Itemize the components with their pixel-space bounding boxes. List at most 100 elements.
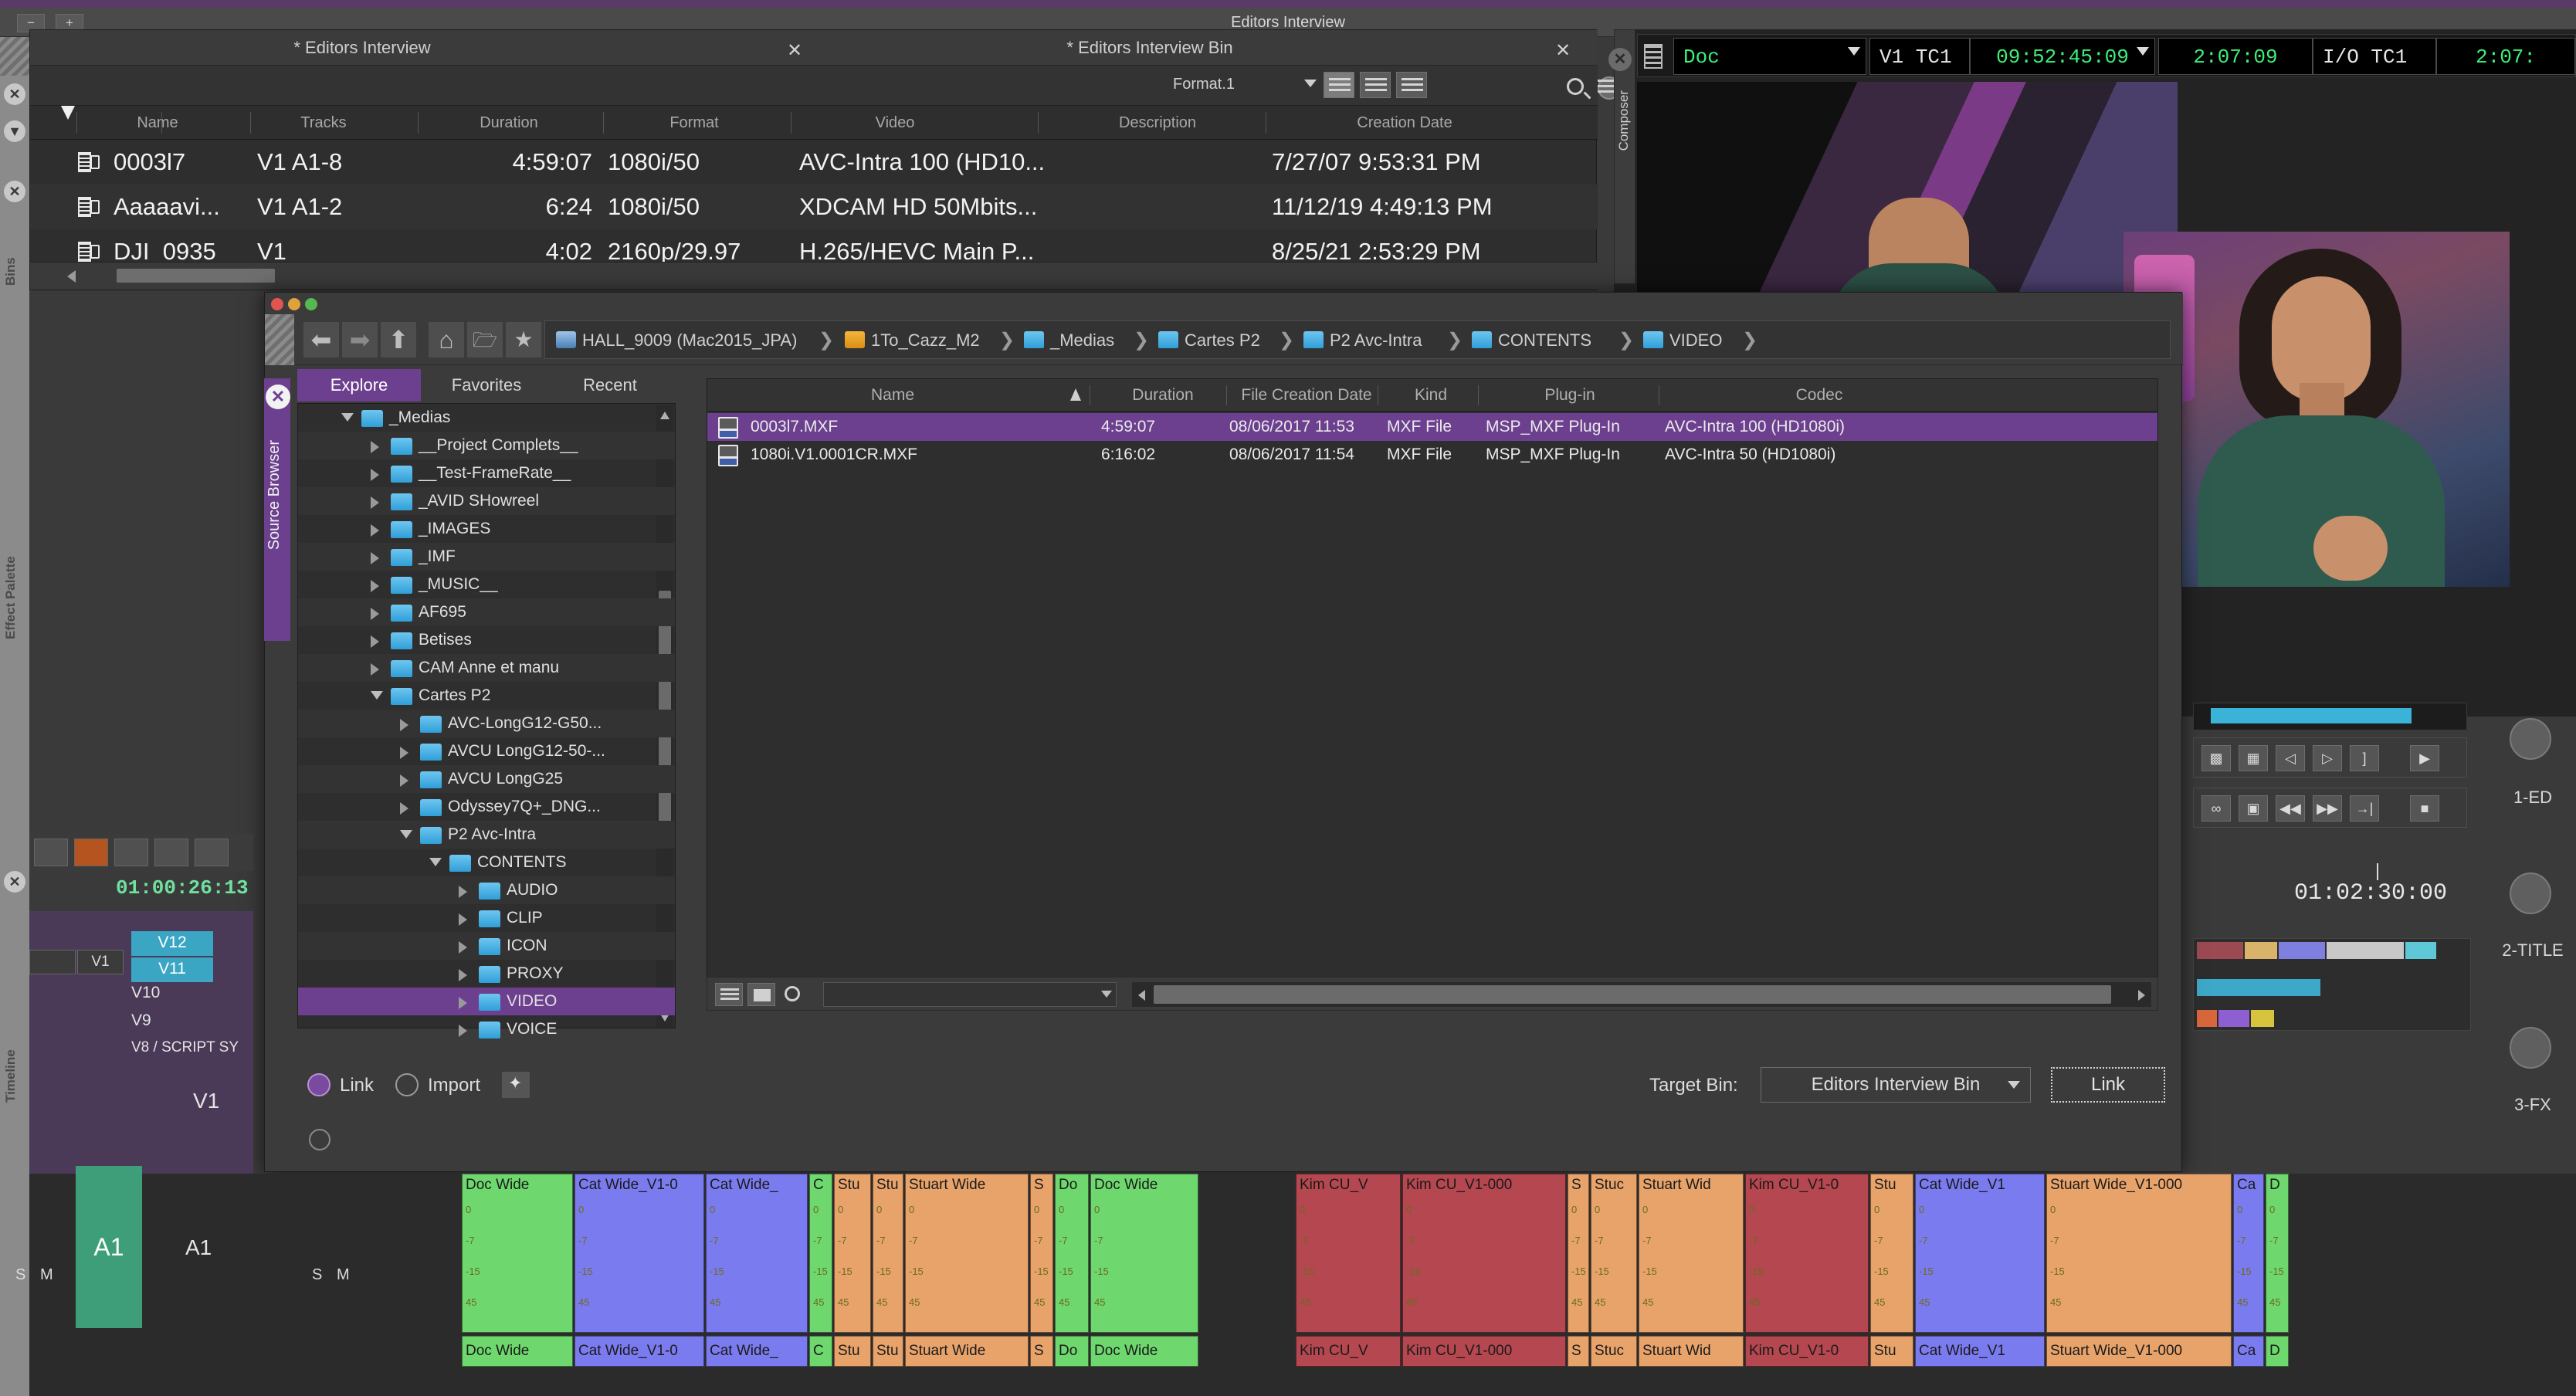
import-radio-label[interactable]: Import bbox=[428, 1075, 480, 1096]
close-window-button[interactable] bbox=[271, 298, 283, 310]
chevron-right-icon[interactable] bbox=[400, 747, 408, 759]
table-row[interactable]: 0003l7 V1 A1-8 4:59:07 1080i/50 AVC-Intr… bbox=[30, 140, 1598, 185]
step-forward-button[interactable]: ▷ bbox=[2313, 745, 2342, 771]
track-label-v1[interactable]: V1 bbox=[193, 1089, 219, 1113]
bin-format-selector[interactable]: Format.1 bbox=[1173, 76, 1235, 93]
close-icon-3[interactable]: ✕ bbox=[4, 871, 25, 893]
timeline-clip-lower[interactable]: Ca bbox=[2233, 1336, 2264, 1367]
tree-item-avcu-longg12-50[interactable]: AVCU LongG12-50-... bbox=[298, 737, 675, 765]
column-header-video[interactable]: Video bbox=[810, 106, 980, 140]
new-folder-icon[interactable]: 🗁 bbox=[467, 322, 503, 357]
link-chain-button[interactable]: ∞ bbox=[2201, 795, 2231, 822]
column-header-name[interactable]: Name bbox=[88, 106, 227, 140]
timeline-clip[interactable]: Cat Wide_V10-7-1545 bbox=[1915, 1174, 2045, 1333]
tree-item-images[interactable]: _IMAGES bbox=[298, 515, 675, 543]
solo-toggle-s2[interactable]: S bbox=[312, 1266, 322, 1284]
chevron-right-icon[interactable] bbox=[371, 441, 379, 453]
bin-horizontal-scrollbar[interactable] bbox=[30, 262, 1598, 290]
tree-item-avc-longg12-g50[interactable]: AVC-LongG12-G50... bbox=[298, 710, 675, 737]
chevron-right-icon[interactable] bbox=[459, 886, 467, 898]
timeline-clip[interactable]: Stuart Wide_V1-0000-7-1545 bbox=[2046, 1174, 2232, 1333]
rail-label-effect-palette[interactable]: Effect Palette bbox=[3, 439, 26, 639]
track-label-v9[interactable]: V9 bbox=[131, 1011, 151, 1030]
tree-item-medias[interactable]: _Medias bbox=[298, 404, 675, 432]
minimize-window-button[interactable] bbox=[288, 298, 300, 310]
timeline-clip[interactable]: Cat Wide_0-7-1545 bbox=[706, 1174, 808, 1333]
chevron-right-icon[interactable] bbox=[371, 608, 379, 620]
link-radio-label[interactable]: Link bbox=[340, 1075, 374, 1096]
chevron-right-icon[interactable] bbox=[371, 524, 379, 537]
tree-item-voice[interactable]: VOICE bbox=[298, 1015, 675, 1043]
breadcrumb-item-4[interactable]: P2 Avc-Intra bbox=[1330, 321, 1422, 360]
tree-item-test-framerate[interactable]: __Test-FrameRate__ bbox=[298, 459, 675, 487]
mute-toggle-m[interactable]: M bbox=[40, 1266, 53, 1284]
rail-drag-handle[interactable] bbox=[0, 37, 29, 76]
play-button[interactable]: ▶ bbox=[2410, 745, 2439, 771]
timeline-clip-lower[interactable]: Stu bbox=[834, 1336, 871, 1367]
timeline-clip-lower[interactable]: Cat Wide_V1-0 bbox=[575, 1336, 704, 1367]
tree-item-cartes-p2[interactable]: Cartes P2 bbox=[298, 682, 675, 710]
scroll-left-arrow-icon[interactable] bbox=[1138, 990, 1145, 1001]
timeline-track-area[interactable]: Doc Wide0-7-1545Doc WideCat Wide_V1-00-7… bbox=[29, 1174, 2576, 1396]
scroll-left-arrow-icon[interactable] bbox=[67, 270, 76, 283]
tab-favorites[interactable]: Favorites bbox=[421, 369, 552, 402]
bin-view-frame-button[interactable] bbox=[1360, 72, 1391, 98]
import-radio-button[interactable] bbox=[395, 1073, 419, 1096]
timeline-clip-lower[interactable]: Stu bbox=[1870, 1336, 1913, 1367]
chevron-right-icon[interactable] bbox=[459, 941, 467, 954]
mute-toggle-m2[interactable]: M bbox=[337, 1266, 350, 1284]
tree-item-video[interactable]: VIDEO bbox=[298, 988, 675, 1015]
chevron-down-icon[interactable] bbox=[371, 691, 383, 700]
track-button-v11[interactable]: V11 bbox=[131, 957, 213, 982]
bin-tab-close-icon-1[interactable]: ✕ bbox=[787, 39, 802, 62]
home-icon[interactable]: ⌂ bbox=[429, 322, 464, 357]
timeline-clip-lower[interactable]: Stuart Wide_V1-000 bbox=[2046, 1336, 2232, 1367]
clear-marks-button[interactable]: ▣ bbox=[2239, 795, 2268, 822]
timeline-clip[interactable]: D0-7-1545 bbox=[2266, 1174, 2289, 1333]
timeline-clip-lower[interactable]: Cat Wide_V1 bbox=[1915, 1336, 2045, 1367]
bin-view-text-button[interactable] bbox=[1324, 72, 1354, 98]
tree-item-af695[interactable]: AF695 bbox=[298, 598, 675, 626]
back-arrow-icon[interactable]: ⬅ bbox=[303, 322, 339, 357]
source-browser-titlebar[interactable] bbox=[265, 293, 2183, 314]
timeline-clip-lower[interactable]: Cat Wide_ bbox=[706, 1336, 808, 1367]
chevron-right-icon[interactable] bbox=[459, 969, 467, 981]
tree-item-icon[interactable]: ICON bbox=[298, 932, 675, 960]
file-list-horizontal-scrollbar[interactable] bbox=[1132, 982, 2151, 1007]
favorite-star-icon[interactable]: ★ bbox=[506, 322, 541, 357]
fast-forward-button[interactable]: ▶▶ bbox=[2313, 795, 2342, 822]
file-column-header-duration[interactable]: Duration bbox=[1093, 379, 1232, 412]
chevron-down-icon[interactable] bbox=[400, 830, 412, 839]
table-row[interactable]: Aaaaavi... V1 A1-2 6:24 1080i/50 XDCAM H… bbox=[30, 185, 1598, 229]
close-icon[interactable]: ✕ bbox=[4, 83, 25, 105]
chevron-right-icon[interactable] bbox=[400, 802, 408, 815]
timeline-clip[interactable]: C0-7-1545 bbox=[809, 1174, 832, 1333]
tree-item-proxy[interactable]: PROXY bbox=[298, 960, 675, 988]
timeline-clip-lower[interactable]: Doc Wide bbox=[462, 1336, 573, 1367]
timeline-clip[interactable]: Kim CU_V1-00-7-1545 bbox=[1745, 1174, 1869, 1333]
breadcrumb-item-2[interactable]: _Medias bbox=[1050, 321, 1114, 360]
timeline-clip-lower[interactable]: Kim CU_V1-0 bbox=[1745, 1336, 1869, 1367]
chevron-right-icon[interactable] bbox=[371, 635, 379, 648]
tree-item-p2-avc-intra[interactable]: P2 Avc-Intra bbox=[298, 821, 675, 849]
file-column-header-file-creation-date[interactable]: File Creation Date bbox=[1229, 379, 1384, 412]
mark-out-button[interactable]: ▦ bbox=[2239, 745, 2268, 771]
workspace-button-2-title[interactable] bbox=[2510, 872, 2551, 914]
link-toggle-button[interactable] bbox=[195, 839, 229, 866]
chevron-right-icon[interactable] bbox=[400, 774, 408, 787]
timeline-clip[interactable]: Cat Wide_V1-00-7-1545 bbox=[575, 1174, 704, 1333]
timeline-clip[interactable]: Stuart Wide0-7-1545 bbox=[905, 1174, 1029, 1333]
tree-item-betises[interactable]: Betises bbox=[298, 626, 675, 654]
chevron-down-icon-2[interactable] bbox=[2137, 47, 2149, 56]
column-header-creation-date[interactable]: Creation Date bbox=[1281, 106, 1528, 140]
timeline-audio-clip-a1[interactable]: A1 bbox=[76, 1166, 142, 1328]
timeline-clip[interactable]: S0-7-1545 bbox=[1568, 1174, 1589, 1333]
timeline-clip-lower[interactable]: Kim CU_V bbox=[1296, 1336, 1401, 1367]
timeline-clip-lower[interactable]: Doc Wide bbox=[1090, 1336, 1198, 1367]
insert-button[interactable]: →| bbox=[2350, 795, 2379, 822]
tab-recent[interactable]: Recent bbox=[552, 369, 668, 402]
breadcrumb-item-5[interactable]: CONTENTS bbox=[1498, 321, 1591, 360]
scrollbar-thumb[interactable] bbox=[1154, 985, 2111, 1004]
mark-in-button[interactable]: ▩ bbox=[2201, 745, 2231, 771]
file-column-header-name[interactable]: Name bbox=[730, 379, 1055, 412]
